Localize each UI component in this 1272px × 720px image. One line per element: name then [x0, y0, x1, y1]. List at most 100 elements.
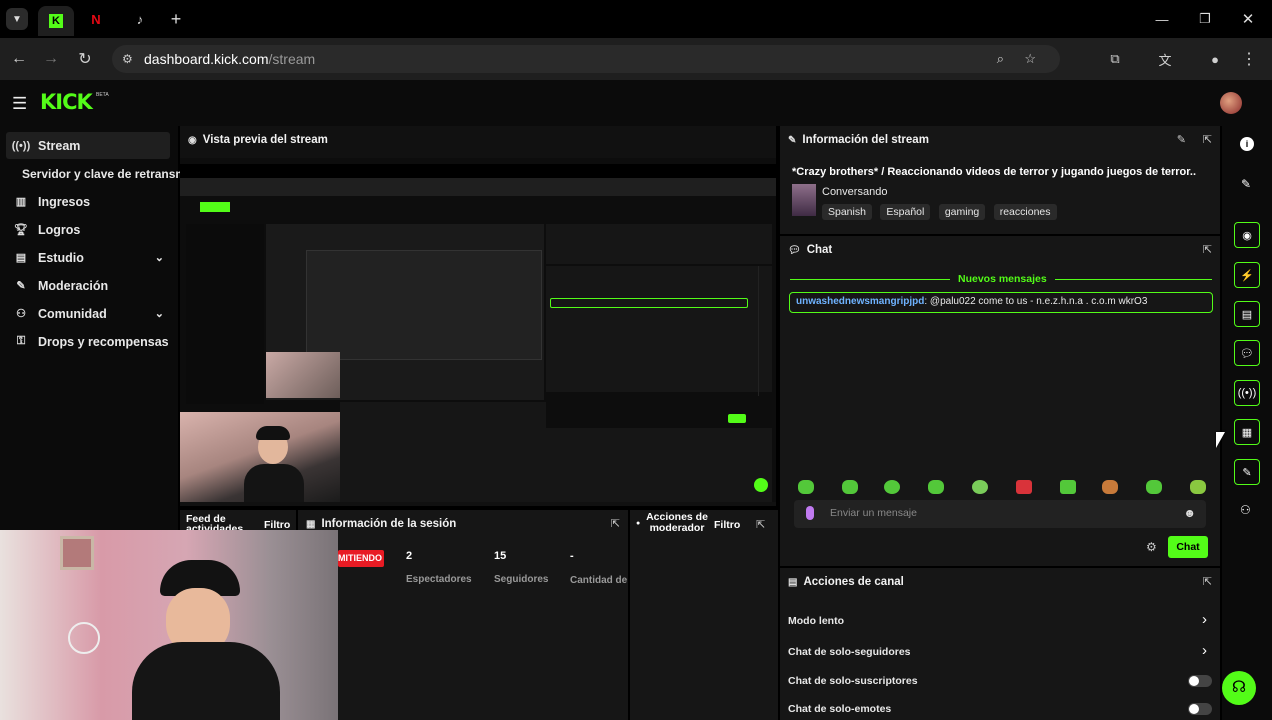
- rail-tools-button[interactable]: ✎: [1234, 459, 1260, 485]
- hamburger-menu-icon[interactable]: ☰: [12, 94, 27, 114]
- forward-button[interactable]: →: [38, 46, 64, 72]
- tag-pill[interactable]: reacciones: [993, 204, 1057, 220]
- close-window-button[interactable]: ✕: [1236, 8, 1260, 30]
- site-info-icon[interactable]: ⚙: [122, 45, 133, 73]
- sidebar-item-comunidad[interactable]: ⚇ Comunidad ⌄: [6, 300, 170, 327]
- category-name[interactable]: Conversando: [822, 186, 887, 198]
- user-avatar[interactable]: [1220, 92, 1242, 114]
- nested-logo: [200, 202, 230, 212]
- tag-pill[interactable]: Spanish: [822, 204, 872, 220]
- mod-actions-title: Acciones de moderador: [646, 511, 708, 534]
- community-icon: ⚇: [16, 308, 26, 320]
- netflix-tab[interactable]: N: [84, 8, 108, 30]
- stream-preview-title: Vista previa del stream: [202, 134, 328, 146]
- sidebar-item-estudio[interactable]: ▤ Estudio ⌄: [6, 244, 170, 271]
- rail-notes-button[interactable]: ▤: [1234, 301, 1260, 327]
- mod-filter-button[interactable]: Filtro: [714, 519, 740, 531]
- chat-send-button[interactable]: Chat: [1168, 536, 1208, 558]
- emote-icon[interactable]: [972, 480, 988, 494]
- slow-mode-row[interactable]: Modo lento: [788, 615, 844, 627]
- browser-menu-icon[interactable]: ⋮: [1236, 46, 1262, 72]
- emote-icon[interactable]: [1060, 480, 1076, 494]
- sidebar-item-ingresos[interactable]: ▥ Ingresos: [6, 188, 170, 215]
- mouse-cursor-icon: [1216, 432, 1225, 448]
- chat-username[interactable]: unwashednewsmangripjpd: [796, 296, 924, 307]
- tag-pill[interactable]: gaming: [938, 204, 986, 220]
- sidebar-item-label: Moderación: [38, 278, 109, 293]
- subscribers-only-toggle[interactable]: [1188, 675, 1212, 687]
- new-tab-button[interactable]: +: [164, 8, 188, 30]
- stream-preview-video[interactable]: [180, 158, 776, 502]
- chat-settings-gear-icon[interactable]: ⚙: [1146, 540, 1157, 554]
- sidebar-item-label: Logros: [38, 222, 81, 237]
- emote-icon[interactable]: [798, 480, 814, 494]
- new-messages-label[interactable]: Nuevos mensajes: [950, 273, 1055, 285]
- popout-icon[interactable]: ⇱: [1203, 575, 1212, 588]
- profile-icon[interactable]: ●: [1202, 46, 1228, 72]
- zoom-icon[interactable]: ⌕: [997, 45, 1004, 73]
- followers-only-row[interactable]: Chat de solo-seguidores: [788, 646, 911, 658]
- url-field[interactable]: ⚙ dashboard.kick.com/stream ⌕ ☆: [112, 45, 1060, 73]
- info-icon[interactable]: i: [1240, 137, 1254, 151]
- emote-icon[interactable]: [1016, 480, 1032, 494]
- channel-actions-title: Acciones de canal: [803, 576, 904, 588]
- chat-message[interactable]: unwashednewsmangripjpd: @palu022 come to…: [789, 292, 1213, 313]
- rail-quick-actions-button[interactable]: ⚡: [1234, 262, 1260, 288]
- popout-icon[interactable]: ⇱: [1203, 243, 1212, 256]
- emote-icon[interactable]: [1146, 480, 1162, 494]
- stream-title-text: *Crazy brothers* / Reaccionando videos d…: [792, 166, 1197, 178]
- tab-search-button[interactable]: ▼: [6, 8, 28, 30]
- chevron-right-icon[interactable]: ›: [1202, 611, 1207, 628]
- microphone-icon[interactable]: [806, 506, 814, 520]
- rail-community-icon[interactable]: ⚇: [1240, 503, 1251, 517]
- restore-button[interactable]: ❐: [1193, 8, 1217, 30]
- popout-icon[interactable]: ⇱: [756, 518, 765, 531]
- url-host: dashboard.kick.com: [144, 51, 269, 67]
- rail-chat-button[interactable]: 💬︎: [1234, 340, 1260, 366]
- kick-tab[interactable]: K: [38, 6, 74, 36]
- minimize-button[interactable]: —: [1150, 8, 1174, 30]
- chat-input[interactable]: Enviar un mensaje ☻: [794, 500, 1206, 528]
- support-chat-fab[interactable]: ☊: [1222, 671, 1256, 705]
- emote-icon[interactable]: [884, 480, 900, 494]
- session-info-title: Información de la sesión: [321, 518, 457, 530]
- chat-title: Chat: [806, 244, 833, 256]
- emote-icon[interactable]: [1102, 480, 1118, 494]
- chevron-right-icon[interactable]: ›: [1202, 642, 1207, 659]
- tag-pill[interactable]: Español: [880, 204, 931, 220]
- sidebar-item-moderacion[interactable]: ✎ Moderación: [6, 272, 170, 299]
- translate-icon[interactable]: 文: [1152, 46, 1178, 72]
- emote-icon[interactable]: [928, 480, 944, 494]
- tiktok-tab[interactable]: ♪: [128, 8, 152, 30]
- popout-icon[interactable]: ⇱: [1203, 133, 1212, 146]
- emotes-only-toggle[interactable]: [1188, 703, 1212, 715]
- rail-stream-preview-button[interactable]: ◉: [1234, 222, 1260, 248]
- megaphone-icon: ▤: [788, 576, 798, 588]
- emoji-picker-icon[interactable]: ☻: [1183, 506, 1196, 520]
- sidebar-item-drops[interactable]: ⚿ Drops y recompensas: [6, 328, 170, 355]
- category-thumbnail[interactable]: [792, 184, 816, 216]
- edit-layout-pencil-icon[interactable]: ✎: [1241, 177, 1251, 191]
- back-button[interactable]: ←: [6, 46, 32, 72]
- nested-webcam: [266, 352, 340, 398]
- rail-broadcast-button[interactable]: ((•)): [1234, 380, 1260, 406]
- sidebar-item-server-key[interactable]: Servidor y clave de retransm: [22, 160, 182, 187]
- emote-icon[interactable]: [1190, 480, 1206, 494]
- sidebar-item-stream[interactable]: ((•)) Stream: [6, 132, 170, 159]
- rail-session-button[interactable]: ▦: [1234, 419, 1260, 445]
- preview-icon: ◉: [188, 134, 197, 146]
- edit-pencil-icon[interactable]: ✎: [1177, 133, 1186, 146]
- popout-icon[interactable]: ⇱: [611, 517, 620, 530]
- studio-icon: ▤: [15, 252, 27, 264]
- bookmark-star-icon[interactable]: ☆: [1024, 45, 1036, 73]
- sidebar-item-logros[interactable]: 🏆︎ Logros: [6, 216, 170, 243]
- emote-icon[interactable]: [842, 480, 858, 494]
- nested-bottom-panels: [340, 402, 546, 502]
- reload-button[interactable]: ↻: [72, 46, 98, 72]
- sidebar-item-label: Drops y recompensas: [38, 334, 169, 349]
- subscriptions-label: Cantidad de suscripcione: [570, 575, 628, 586]
- extensions-icon[interactable]: ⧉: [1102, 46, 1128, 72]
- kick-logo[interactable]: KICK: [40, 90, 93, 114]
- live-badge: MITIENDO: [338, 550, 384, 567]
- broadcast-icon: ((•)): [11, 139, 31, 152]
